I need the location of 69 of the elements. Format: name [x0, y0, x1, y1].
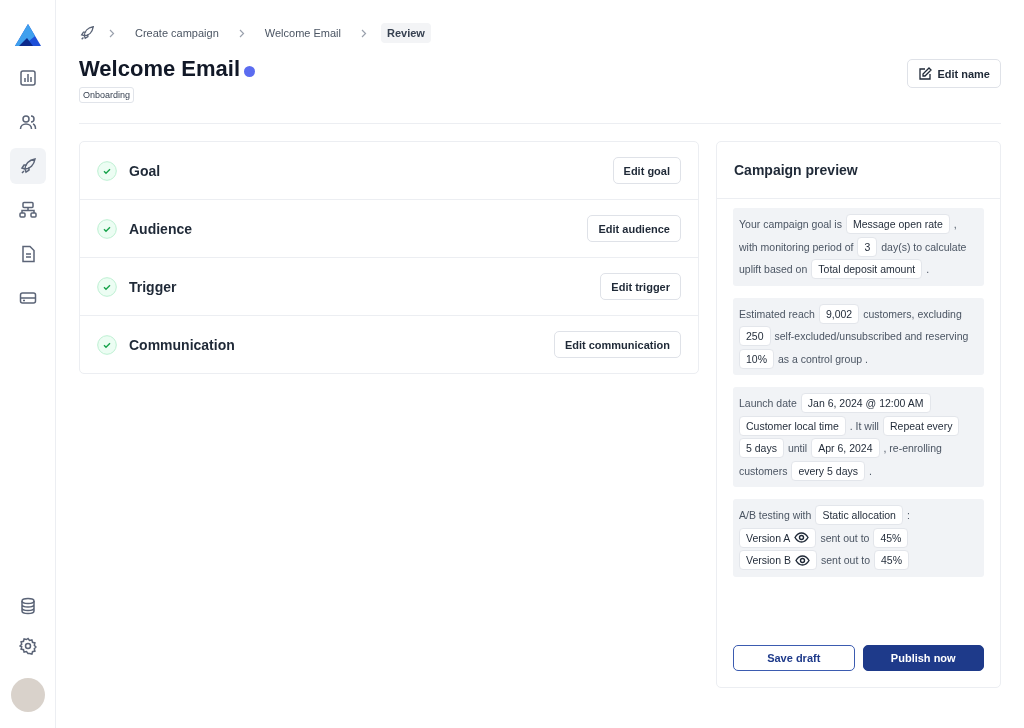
- edit-step-button[interactable]: Edit trigger: [600, 273, 681, 300]
- chevron-icon: [109, 28, 115, 38]
- summary-text: , re-enrolling: [883, 442, 942, 455]
- value-chip: Static allocation: [815, 505, 903, 526]
- value-chip: Jan 6, 2024 @ 12:00 AM: [800, 393, 931, 414]
- pencil-icon: [918, 66, 933, 81]
- value-chip: Customer local time: [739, 415, 846, 436]
- value-chip: 10%: [739, 348, 774, 369]
- value-chip: Apr 6, 2024: [811, 438, 880, 459]
- summary-text: with monitoring period of: [739, 240, 854, 253]
- summary-text: as a control group .: [778, 352, 868, 365]
- publish-button[interactable]: Publish now: [862, 645, 984, 671]
- edit-step-button[interactable]: Edit goal: [612, 157, 681, 184]
- summary-text: ,: [953, 218, 957, 231]
- step-title: Communication: [129, 336, 236, 353]
- card-icon: [18, 289, 37, 307]
- summary-text: . It will: [849, 419, 879, 432]
- chart-icon: [18, 69, 37, 87]
- value-chip: 45%: [874, 550, 909, 571]
- chevron-icon: [238, 28, 245, 38]
- summary-text: customers: [739, 464, 788, 477]
- summary-text: .: [868, 464, 872, 477]
- page-title: Welcome Email: [79, 56, 240, 82]
- summary-text: self-excluded/unsubscribed and reserving: [774, 330, 969, 343]
- eye-icon: [794, 532, 810, 544]
- summary-text: sent out to: [820, 531, 870, 544]
- summary-text: day(s) to calculate: [881, 240, 967, 253]
- panel-title: Campaign preview: [717, 142, 1000, 199]
- eye-icon: [794, 554, 810, 566]
- value-chip: every 5 days: [791, 460, 865, 481]
- tag: Onboarding: [79, 87, 135, 103]
- nav-item[interactable]: [9, 148, 46, 184]
- breadcrumb-link[interactable]: Welcome Email: [258, 23, 347, 43]
- value-chip: Message open rate: [845, 214, 950, 235]
- summary-text: customers, excluding: [863, 307, 962, 320]
- logo-icon: [14, 24, 41, 46]
- value-chip: 45%: [873, 527, 909, 548]
- version-chip[interactable]: Version B: [739, 550, 817, 571]
- value-chip: 9,002: [818, 303, 860, 324]
- summary-text: until: [787, 442, 808, 455]
- summary-text: A/B testing with: [739, 509, 812, 522]
- step-title: Trigger: [129, 278, 178, 295]
- summary-text: .: [926, 263, 930, 276]
- summary-text: Launch date: [739, 397, 797, 410]
- summary-text: Estimated reach: [739, 307, 815, 320]
- summary-text: sent out to: [820, 554, 870, 567]
- summary-text: :: [906, 509, 910, 522]
- value-chip: 250: [739, 326, 771, 347]
- step-title: Goal: [129, 162, 162, 179]
- edit-step-button[interactable]: Edit audience: [587, 215, 681, 242]
- status-dot: [244, 65, 255, 77]
- value-chip: Total deposit amount: [811, 259, 923, 280]
- rocket-icon: [18, 157, 37, 175]
- breadcrumb-link[interactable]: Create campaign: [129, 23, 225, 43]
- value-chip: Repeat every: [882, 415, 960, 436]
- edit-step-button[interactable]: Edit communication: [553, 331, 681, 358]
- chevron-icon: [361, 28, 367, 38]
- edit-name-button[interactable]: Edit name: [907, 59, 1001, 88]
- sitemap-icon: [18, 201, 37, 219]
- rocket-icon[interactable]: [79, 25, 95, 41]
- summary-text: uplift based on: [739, 263, 808, 276]
- step-title: Audience: [129, 220, 193, 237]
- value-chip: 5 days: [739, 438, 784, 459]
- users-icon: [18, 113, 37, 131]
- save-draft-button[interactable]: Save draft: [733, 645, 855, 671]
- value-chip: 3: [857, 236, 878, 257]
- breadcrumb-link[interactable]: Review: [381, 23, 431, 43]
- summary-text: Your campaign goal is: [739, 218, 842, 231]
- version-chip[interactable]: Version A: [739, 527, 817, 548]
